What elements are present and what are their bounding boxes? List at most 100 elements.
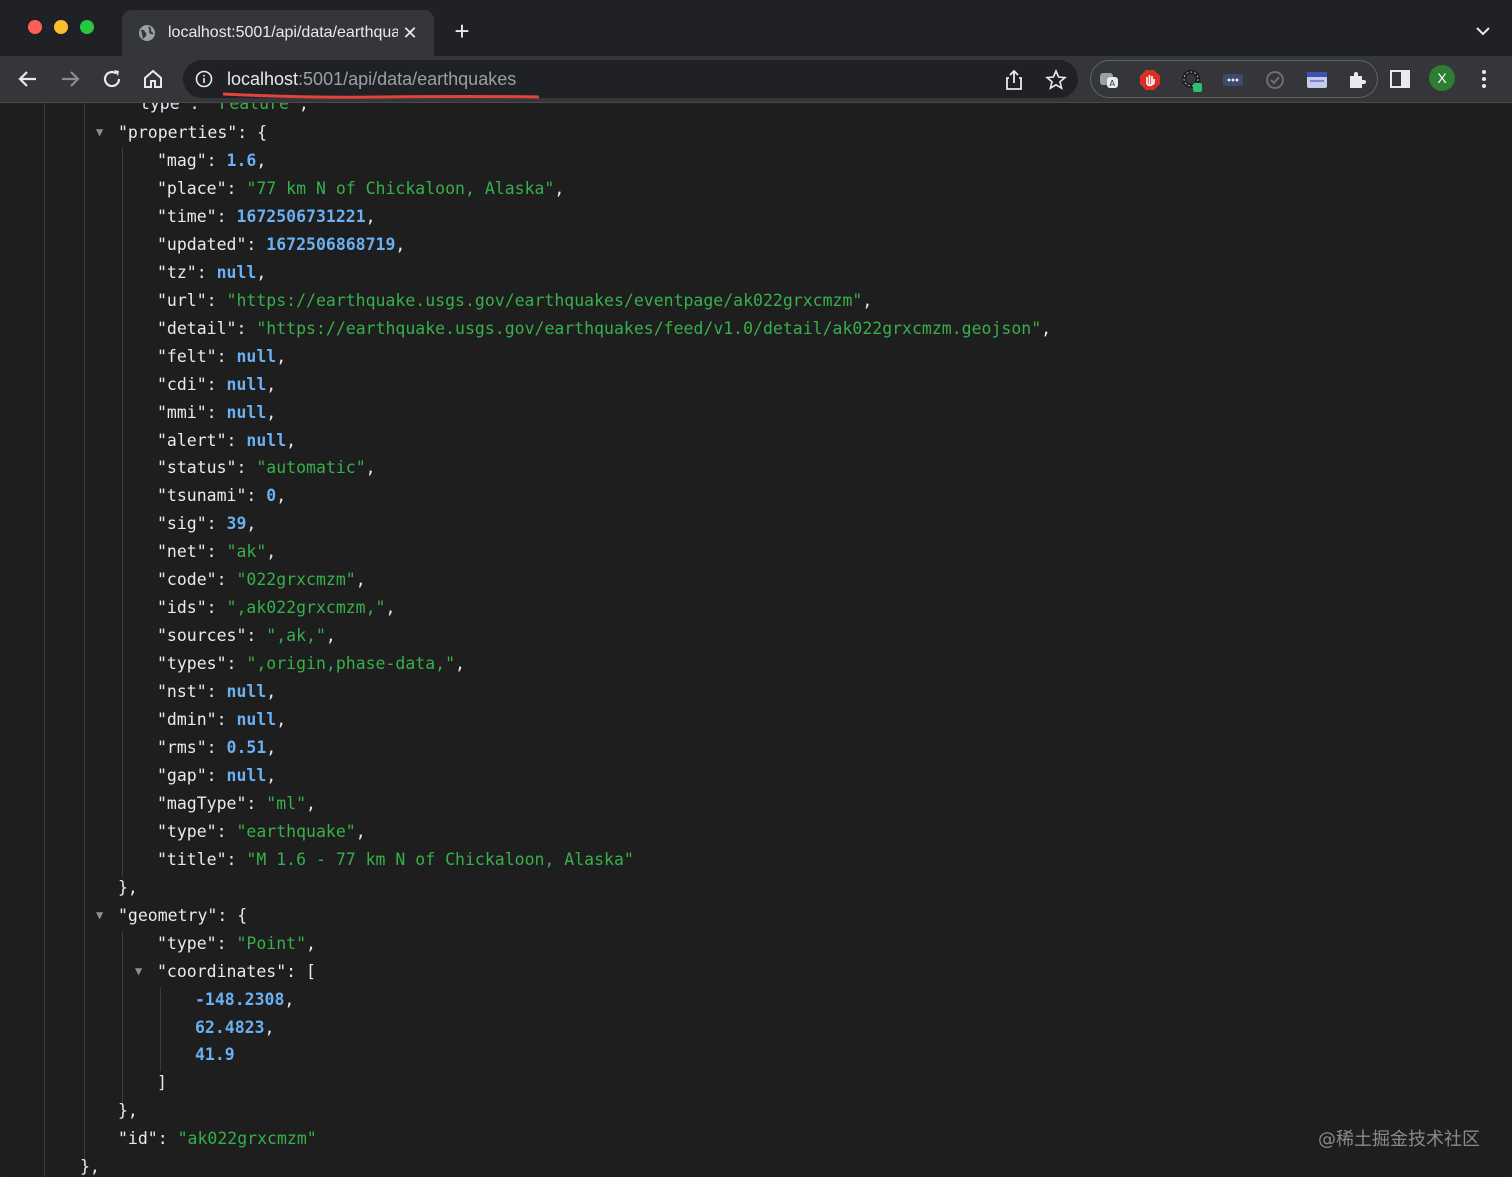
info-icon[interactable] (195, 70, 213, 88)
json-key: "alert" (157, 431, 227, 450)
json-punct: : [ (286, 962, 316, 981)
json-punct: : (246, 626, 267, 645)
json-punct: , (266, 682, 277, 701)
json-key: "mmi" (157, 403, 207, 422)
json-line-property: "rms": 0.51, (157, 734, 276, 762)
adblock-extension-icon[interactable] (1138, 68, 1162, 92)
indent-guide (84, 103, 85, 1165)
json-line-property: "tz": null, (157, 259, 266, 287)
json-key: "rms" (157, 738, 207, 757)
json-number: 41.9 (195, 1045, 235, 1064)
json-key: "types" (157, 654, 227, 673)
json-line-property: "alert": null, (157, 427, 296, 455)
json-key: "geometry" (118, 906, 218, 925)
json-string: "https://earthquake.usgs.gov/earthquakes… (256, 319, 1042, 338)
json-line-property: "updated": 1672506868719, (157, 231, 405, 259)
dots-extension-icon[interactable] (1221, 68, 1245, 92)
json-key: "tz" (157, 263, 197, 282)
json-line-property: "felt": null, (157, 343, 286, 371)
close-window-button[interactable] (28, 20, 42, 34)
svg-text:A: A (1110, 79, 1116, 88)
maximize-window-button[interactable] (80, 20, 94, 34)
address-bar[interactable]: localhost:5001/api/data/earthquakes (183, 60, 1078, 99)
json-key: "magType" (157, 794, 247, 813)
json-line-property: "cdi": null, (157, 371, 276, 399)
star-icon[interactable] (1045, 69, 1067, 91)
extensions-area: A (1090, 60, 1378, 98)
puzzle-icon[interactable] (1346, 68, 1370, 92)
json-key: "code" (157, 570, 217, 589)
json-string: "https://earthquake.usgs.gov/earthquakes… (226, 291, 863, 310)
json-line-property: "ids": ",ak022grxcmzm,", (157, 594, 395, 622)
json-null: null (226, 682, 267, 701)
browser-window: localhost:5001/api/data/earthquakes ✕ + (0, 0, 1512, 1177)
json-key: "place" (157, 179, 227, 198)
profile-avatar[interactable]: X (1429, 65, 1455, 91)
window-extension-icon[interactable] (1305, 68, 1329, 92)
json-punct: : (216, 822, 237, 841)
json-key: "updated" (157, 235, 247, 254)
json-punct: , (266, 375, 277, 394)
json-punct: : (226, 179, 247, 198)
json-punct: , (276, 347, 287, 366)
json-punct: : (206, 766, 227, 785)
minimize-window-button[interactable] (54, 20, 68, 34)
json-key: "felt" (157, 347, 217, 366)
json-line-feature-close: }, (80, 1157, 100, 1176)
more-menu-icon[interactable] (1472, 67, 1496, 91)
forward-arrow-icon[interactable] (58, 67, 82, 91)
json-number: 39 (226, 514, 247, 533)
collapse-toggle-icon[interactable]: ▼ (96, 909, 108, 921)
devtools-extension-icon[interactable] (1180, 68, 1204, 92)
json-string: "automatic" (256, 458, 366, 477)
json-key: "properties" (118, 123, 238, 142)
json-viewer: "type": "Feature", ▼ "properties": { "ma… (0, 103, 1512, 1177)
tab-active[interactable]: localhost:5001/api/data/earthquakes ✕ (122, 10, 434, 56)
json-line-coordinate: -148.2308, (195, 986, 294, 1014)
json-punct: , (264, 1018, 275, 1037)
json-null: null (246, 431, 287, 450)
back-arrow-icon[interactable] (16, 67, 40, 91)
translate-extension-icon[interactable]: A (1097, 68, 1121, 92)
json-punct: : { (217, 906, 248, 925)
reload-icon[interactable] (100, 67, 124, 91)
collapse-toggle-icon[interactable]: ▼ (96, 126, 108, 138)
json-key: "dmin" (157, 710, 217, 729)
json-number: 1672506868719 (266, 235, 396, 254)
json-key: "sources" (157, 626, 247, 645)
json-string: "ml" (266, 794, 307, 813)
json-punct: , (266, 738, 277, 757)
new-tab-button[interactable]: + (450, 18, 474, 44)
side-panel-icon[interactable] (1388, 67, 1412, 91)
json-line-property: "mmi": null, (157, 399, 276, 427)
json-line-property: "type": "earthquake", (157, 818, 366, 846)
json-line-property: "gap": null, (157, 762, 276, 790)
collapse-toggle-icon[interactable]: ▼ (135, 965, 147, 977)
json-null: null (216, 263, 257, 282)
home-icon[interactable] (141, 67, 165, 91)
json-line-property: "net": "ak", (157, 538, 276, 566)
json-punct: : (216, 710, 237, 729)
json-punct: , (266, 542, 277, 561)
json-line-property: "url": "https://earthquake.usgs.gov/eart… (157, 287, 872, 315)
json-punct: , (298, 103, 309, 113)
json-key: "time" (157, 207, 217, 226)
share-icon[interactable] (1003, 69, 1025, 91)
json-punct: , (365, 458, 376, 477)
json-punct: , (266, 766, 277, 785)
json-key: "title" (157, 850, 227, 869)
json-punct: : (226, 850, 247, 869)
json-line-geometry: "geometry": { (118, 902, 247, 930)
json-string: "ak" (226, 542, 267, 561)
json-punct: : (246, 235, 267, 254)
tab-close-icon[interactable]: ✕ (400, 23, 420, 43)
json-line-property: "sig": 39, (157, 510, 256, 538)
chevron-down-icon[interactable] (1472, 20, 1494, 42)
json-line-id: "id": "ak022grxcmzm" (118, 1125, 317, 1153)
json-line-property: "time": 1672506731221, (157, 203, 376, 231)
json-punct: , (256, 263, 267, 282)
json-punct: : (216, 347, 237, 366)
sync-extension-icon[interactable] (1263, 68, 1287, 92)
json-line-property: "mag": 1.6, (157, 147, 266, 175)
json-line-property: "nst": null, (157, 678, 276, 706)
